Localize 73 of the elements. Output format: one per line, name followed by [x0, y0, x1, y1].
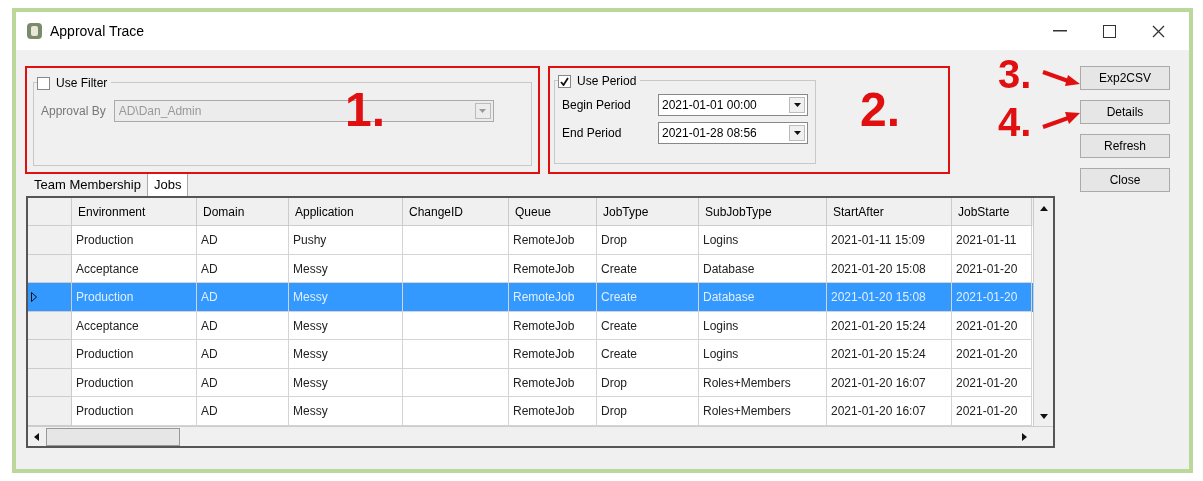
row-header[interactable] [28, 311, 72, 340]
table-cell: RemoteJob [509, 340, 597, 369]
dialog-button[interactable]: Close [1080, 168, 1170, 192]
table-cell: Create [597, 283, 699, 312]
row-header[interactable] [28, 226, 72, 255]
table-cell: Messy [289, 340, 403, 369]
dialog-button[interactable]: Refresh [1080, 134, 1170, 158]
table-cell: 2021-01-20 16:07 [827, 397, 952, 426]
table-cell: AD [197, 397, 289, 426]
table-cell: AD [197, 340, 289, 369]
table-cell: 2021-01-20 15:24 [827, 340, 952, 369]
table-cell: RemoteJob [509, 283, 597, 312]
table-cell: RemoteJob [509, 226, 597, 255]
table-cell: Drop [597, 226, 699, 255]
table-cell: 2021-01-20 [952, 397, 1032, 426]
table-cell: Production [72, 340, 197, 369]
maximize-icon[interactable] [1103, 24, 1116, 38]
table-cell: Messy [289, 397, 403, 426]
table-cell: Drop [597, 397, 699, 426]
checkbox-label: Use Period [577, 73, 637, 90]
table-row[interactable]: Acceptance AD Messy RemoteJob Create Database 2021-01-20 15:08 2021-01-20 [28, 254, 1033, 283]
table-cell: Logins [699, 340, 827, 369]
table-row[interactable]: Production AD Messy RemoteJob Drop Roles+Members 2021-01-20 16:07 2021-01-20 [28, 368, 1033, 397]
table-cell: 2021-01-11 15:09 [827, 226, 952, 255]
check-icon [560, 76, 569, 86]
table-cell: 2021-01-11 [952, 226, 1032, 255]
table-row[interactable]: Acceptance AD Messy RemoteJob Create Logins 2021-01-20 15:24 2021-01-20 [28, 311, 1033, 340]
field-label: End Period [562, 125, 623, 142]
table-row[interactable]: Production AD Pushy RemoteJob Drop Logins 2021-01-11 15:09 2021-01-11 [28, 226, 1033, 255]
caret-icon [479, 109, 487, 113]
table-cell: Production [72, 397, 197, 426]
annotation-arrow [1041, 110, 1081, 130]
date-picker[interactable]: 2021-01-28 08:56 [658, 122, 808, 144]
app-icon [26, 21, 44, 41]
caret-icon [793, 131, 801, 135]
row-header[interactable] [28, 340, 72, 369]
table-cell: Pushy [289, 226, 403, 255]
table-cell: AD [197, 226, 289, 255]
annotation-number: 3. [998, 54, 1032, 94]
table-cell: Roles+Members [699, 397, 827, 426]
dialog-button[interactable]: Details [1080, 100, 1170, 124]
row-header[interactable] [28, 283, 72, 312]
table-cell: Production [72, 226, 197, 255]
table-cell: Create [597, 340, 699, 369]
table-cell: Production [72, 283, 197, 312]
window-title: Approval Trace [50, 21, 145, 41]
annotation-number: 2. [860, 86, 901, 134]
table-cell: 2021-01-20 15:08 [827, 283, 952, 312]
horizontal-scrollbar[interactable] [28, 426, 1053, 446]
annotation-number: 4. [998, 102, 1032, 142]
table-cell: Logins [699, 226, 827, 255]
row-header[interactable] [28, 368, 72, 397]
date-picker[interactable]: 2021-01-01 00:00 [658, 94, 808, 116]
close-icon[interactable] [1152, 24, 1165, 38]
row-pointer-icon [31, 291, 37, 302]
annotation-arrow [1041, 68, 1081, 88]
scrollbar-thumb[interactable] [46, 427, 180, 446]
table-row[interactable]: Production AD Messy RemoteJob Drop Roles+Members 2021-01-20 16:07 2021-01-20 [28, 397, 1033, 426]
table-cell: 2021-01-20 [952, 340, 1032, 369]
field-label: Approval By [41, 103, 106, 120]
dialog-button[interactable]: Exp2CSV [1080, 66, 1170, 90]
table-cell: Database [699, 283, 827, 312]
table-cell: RemoteJob [509, 397, 597, 426]
table-cell: AD [197, 283, 289, 312]
minimize-icon[interactable] [1053, 30, 1067, 32]
field-label: Begin Period [562, 97, 632, 114]
table-cell: 2021-01-20 [952, 283, 1032, 312]
row-header[interactable] [28, 254, 72, 283]
table-cell: Messy [289, 283, 403, 312]
caret-icon [793, 103, 801, 107]
checkbox[interactable] [558, 74, 571, 88]
table-row[interactable]: Production AD Messy RemoteJob Create Logins 2021-01-20 15:24 2021-01-20 [28, 340, 1033, 369]
checkbox-label: Use Filter [56, 75, 108, 92]
